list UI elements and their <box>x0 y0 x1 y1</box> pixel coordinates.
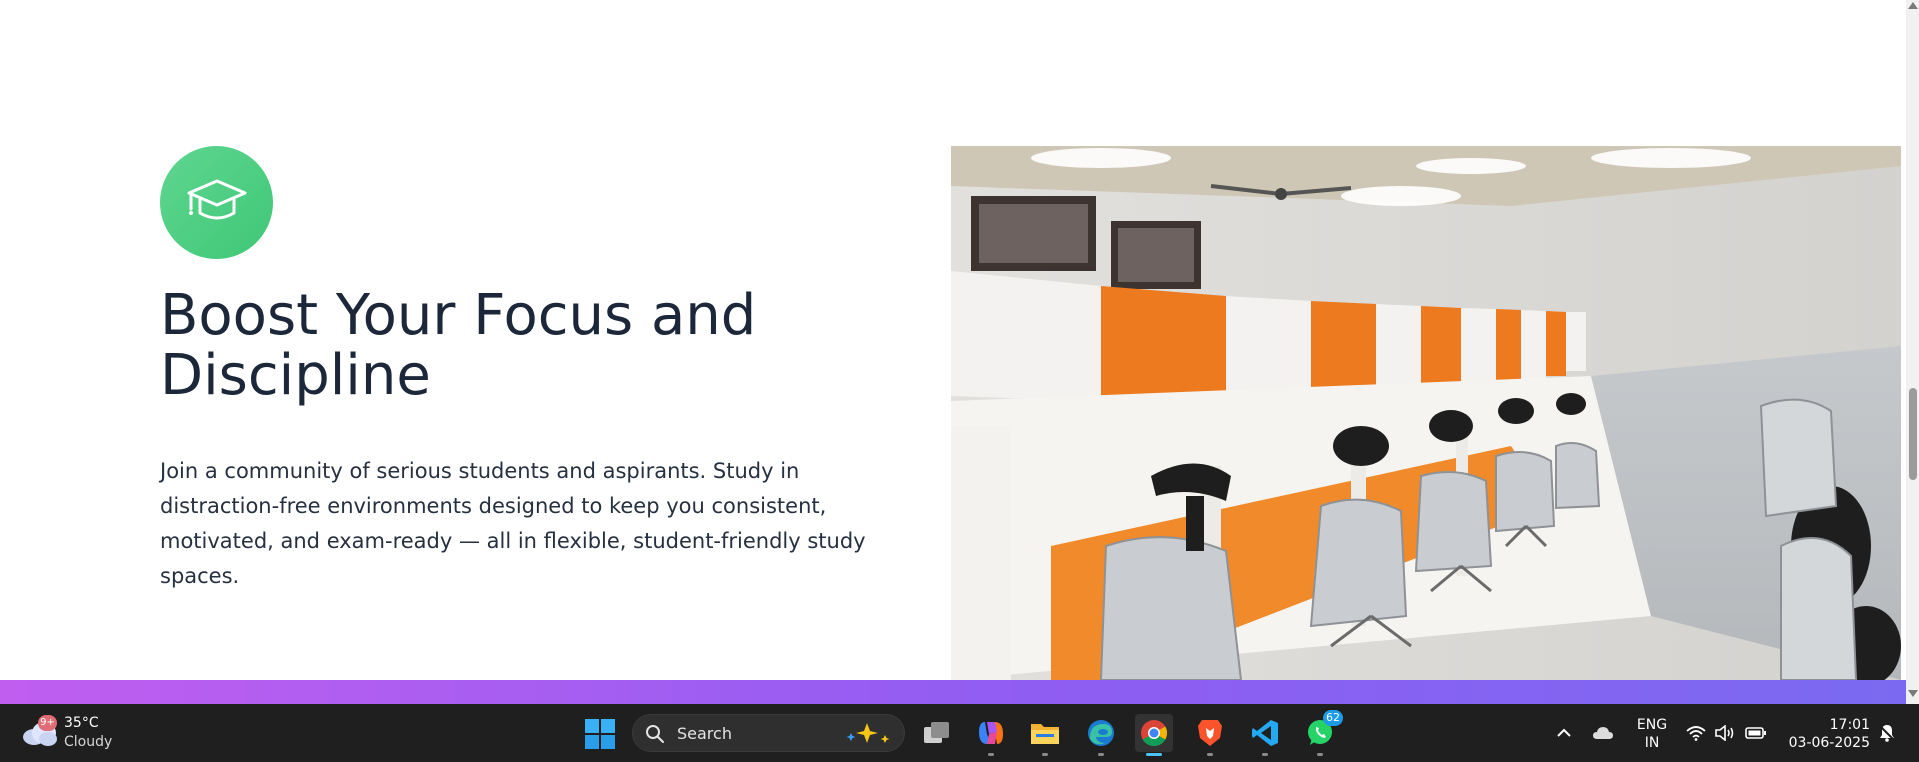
chrome-icon <box>1141 720 1168 747</box>
language-code: ENG <box>1636 717 1668 733</box>
taskbar-app-chrome[interactable] <box>1135 714 1173 756</box>
taskbar-app-file-explorer[interactable] <box>1026 714 1064 756</box>
feature-icon-badge <box>160 146 273 259</box>
taskbar-app-task-view[interactable] <box>918 714 956 752</box>
task-view-icon <box>924 722 949 743</box>
notifications-button[interactable] <box>1874 704 1900 762</box>
copilot-icon <box>979 722 1003 744</box>
taskbar-search[interactable]: Search <box>632 714 905 752</box>
volume-tray-button[interactable] <box>1713 704 1737 762</box>
weather-alert-badge: 9+ <box>38 715 57 731</box>
clock-date[interactable]: 17:01 03-06-2025 <box>1780 716 1870 752</box>
edge-icon <box>1088 720 1114 746</box>
notification-bell-icon <box>1879 725 1895 742</box>
folder-icon <box>1031 724 1059 744</box>
section-description: Join a community of serious students and… <box>160 459 866 588</box>
search-icon <box>646 725 664 743</box>
web-page: Boost Your Focus and Discipline Join a c… <box>0 0 1906 680</box>
onedrive-tray-button[interactable] <box>1590 704 1616 762</box>
taskbar-app-brave[interactable] <box>1191 714 1229 756</box>
start-button[interactable] <box>585 719 615 753</box>
clock-date-text: 03-06-2025 <box>1788 735 1870 751</box>
study-room-photo <box>951 146 1901 680</box>
windows-logo-icon <box>585 719 615 749</box>
taskbar-app-edge[interactable] <box>1082 714 1120 756</box>
vscode-icon <box>1252 720 1278 746</box>
input-language-indicator[interactable]: ENG IN <box>1632 716 1672 752</box>
brave-icon <box>1198 720 1222 746</box>
speaker-icon <box>1715 725 1734 741</box>
search-placeholder: Search <box>677 724 732 743</box>
battery-tray-button[interactable] <box>1744 704 1768 762</box>
section-heading: Boost Your Focus and Discipline <box>160 283 757 408</box>
clock-time: 17:01 <box>1829 717 1870 733</box>
language-region: IN <box>1644 735 1660 751</box>
chevron-up-icon <box>1557 728 1571 737</box>
show-hidden-icons-button[interactable] <box>1552 704 1576 762</box>
gradient-footer-band <box>0 680 1906 704</box>
whatsapp-unread-badge: 62 <box>1323 710 1343 726</box>
weather-temperature: 35°C <box>64 715 99 731</box>
wifi-icon <box>1686 726 1706 741</box>
windows-taskbar: 9+ 35°C Cloudy Search 62 ENG IN 17:01 03… <box>0 704 1919 762</box>
scroll-up-arrow-icon[interactable] <box>1908 2 1918 9</box>
taskbar-app-whatsapp[interactable]: 62 <box>1301 710 1343 756</box>
scrollbar-thumb[interactable] <box>1909 388 1917 480</box>
onedrive-cloud-icon <box>1593 727 1613 739</box>
graduation-cap-icon <box>187 179 246 219</box>
taskbar-app-copilot[interactable] <box>972 714 1010 756</box>
weather-condition: Cloudy <box>64 734 113 750</box>
battery-icon <box>1745 727 1766 739</box>
page-scrollbar[interactable] <box>1906 0 1919 704</box>
wifi-tray-button[interactable] <box>1684 704 1708 762</box>
weather-widget[interactable]: 9+ 35°C Cloudy <box>22 713 142 753</box>
scroll-down-arrow-icon[interactable] <box>1908 690 1918 697</box>
sparkle-icon <box>846 723 890 743</box>
taskbar-app-vscode[interactable] <box>1246 714 1284 756</box>
